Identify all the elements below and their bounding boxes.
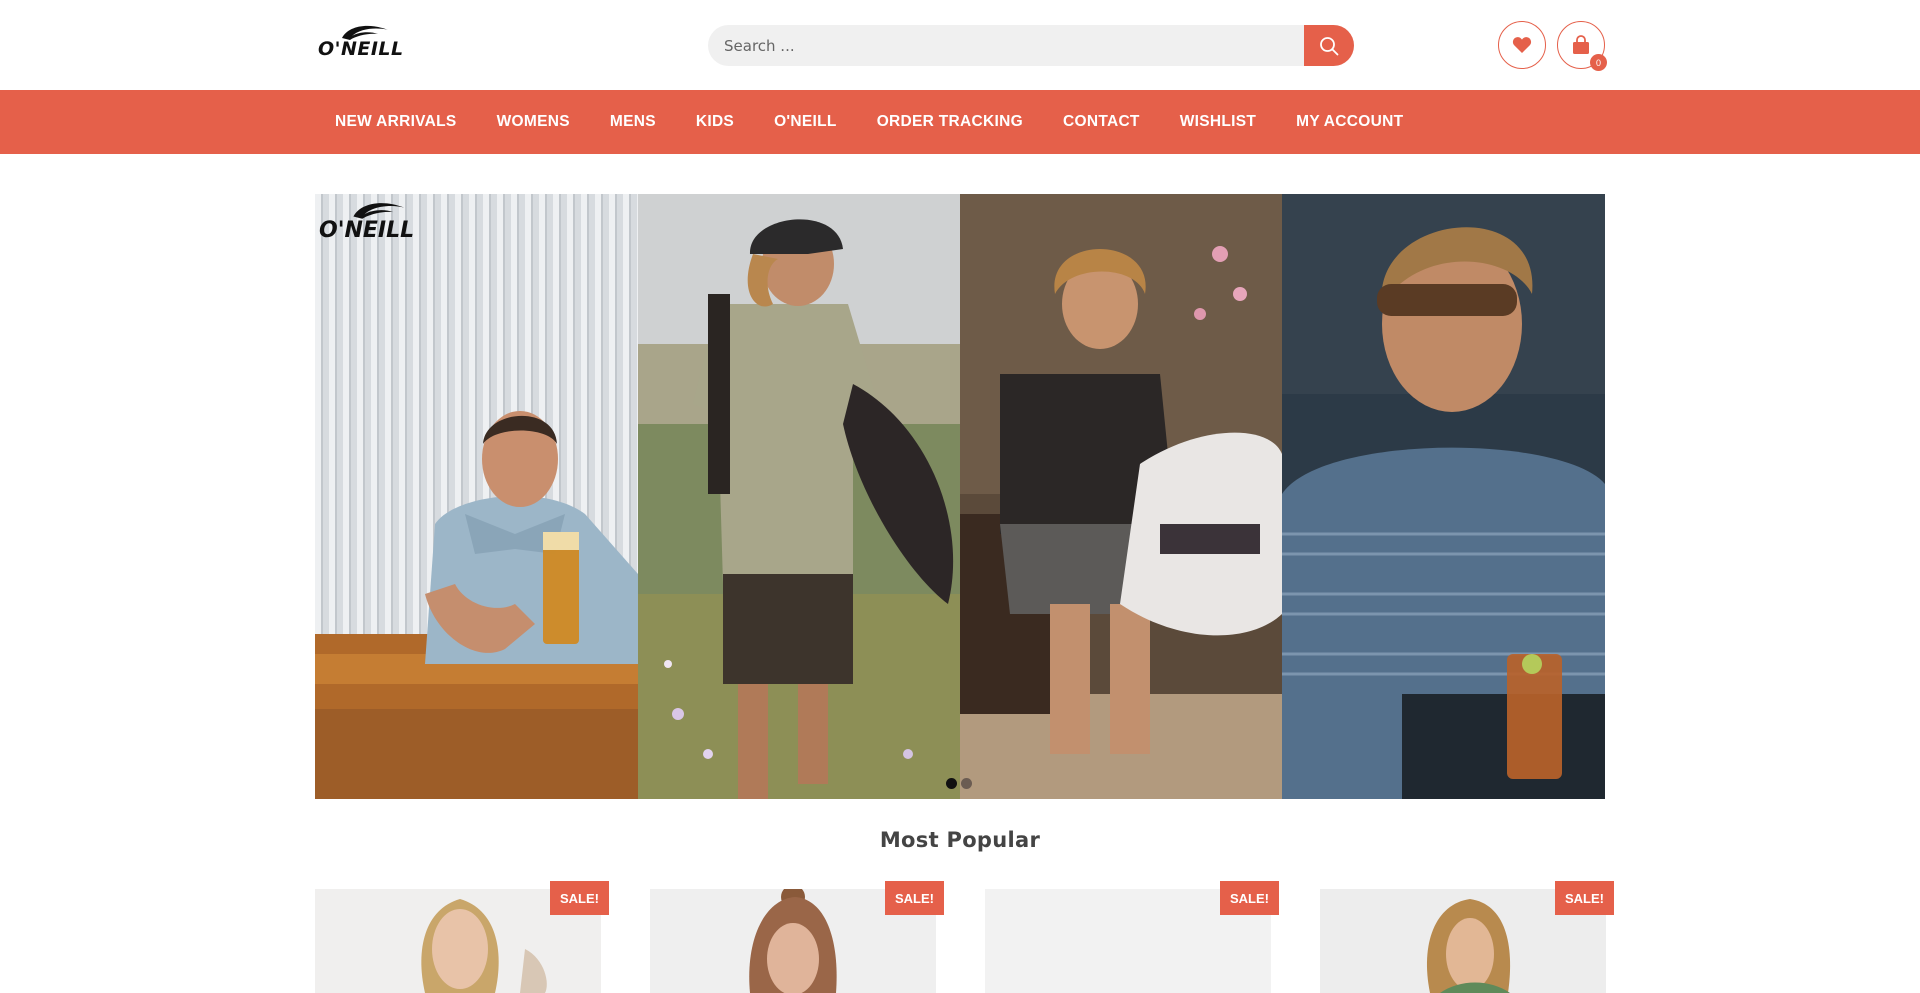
wishlist-button[interactable]: [1498, 21, 1546, 69]
hero-logo-text: O'NEILL: [319, 218, 415, 243]
site-header: O'NEILL 0: [0, 0, 1920, 90]
slider-dot-2[interactable]: [961, 778, 972, 789]
cart-count-badge: 0: [1590, 54, 1607, 71]
sale-badge: SALE!: [1555, 881, 1614, 915]
hero-photo-4: [1282, 194, 1605, 799]
slider-pagination: [946, 778, 972, 789]
nav-item-new-arrivals[interactable]: NEW ARRIVALS: [315, 113, 477, 131]
nav-item-order-tracking[interactable]: ORDER TRACKING: [857, 113, 1043, 131]
sale-badge: SALE!: [885, 881, 944, 915]
hero-slider[interactable]: O'NEILL: [315, 194, 1605, 799]
nav-item-womens[interactable]: WOMENS: [477, 113, 590, 131]
nav-item-contact[interactable]: CONTACT: [1043, 113, 1160, 131]
search-icon: [1320, 36, 1339, 55]
section-title-most-popular: Most Popular: [879, 828, 1041, 852]
main-nav: NEW ARRIVALS WOMENS MENS KIDS O'NEILL OR…: [0, 90, 1920, 154]
slider-dot-1[interactable]: [946, 778, 957, 789]
nav-item-kids[interactable]: KIDS: [676, 113, 754, 131]
hero-photo-2: [638, 194, 960, 799]
sale-badge: SALE!: [550, 881, 609, 915]
cart-button[interactable]: 0: [1557, 21, 1607, 71]
nav-item-my-account[interactable]: MY ACCOUNT: [1276, 113, 1423, 131]
search-button[interactable]: [1304, 25, 1354, 66]
shopping-bag-icon: [1573, 35, 1589, 54]
nav-item-wishlist[interactable]: WISHLIST: [1160, 113, 1276, 131]
nav-item-oneill[interactable]: O'NEILL: [754, 113, 857, 131]
site-logo[interactable]: O'NEILL: [318, 24, 412, 60]
hero-photo-1: O'NEILL: [315, 194, 638, 799]
search-bar: [708, 25, 1354, 66]
sale-badge: SALE!: [1220, 881, 1279, 915]
logo-text: O'NEILL: [318, 38, 404, 60]
nav-item-mens[interactable]: MENS: [590, 113, 676, 131]
search-input[interactable]: [708, 25, 1304, 66]
hero-photo-3: [960, 194, 1282, 799]
heart-icon: [1512, 37, 1532, 53]
hero-logo: O'NEILL: [319, 200, 429, 248]
